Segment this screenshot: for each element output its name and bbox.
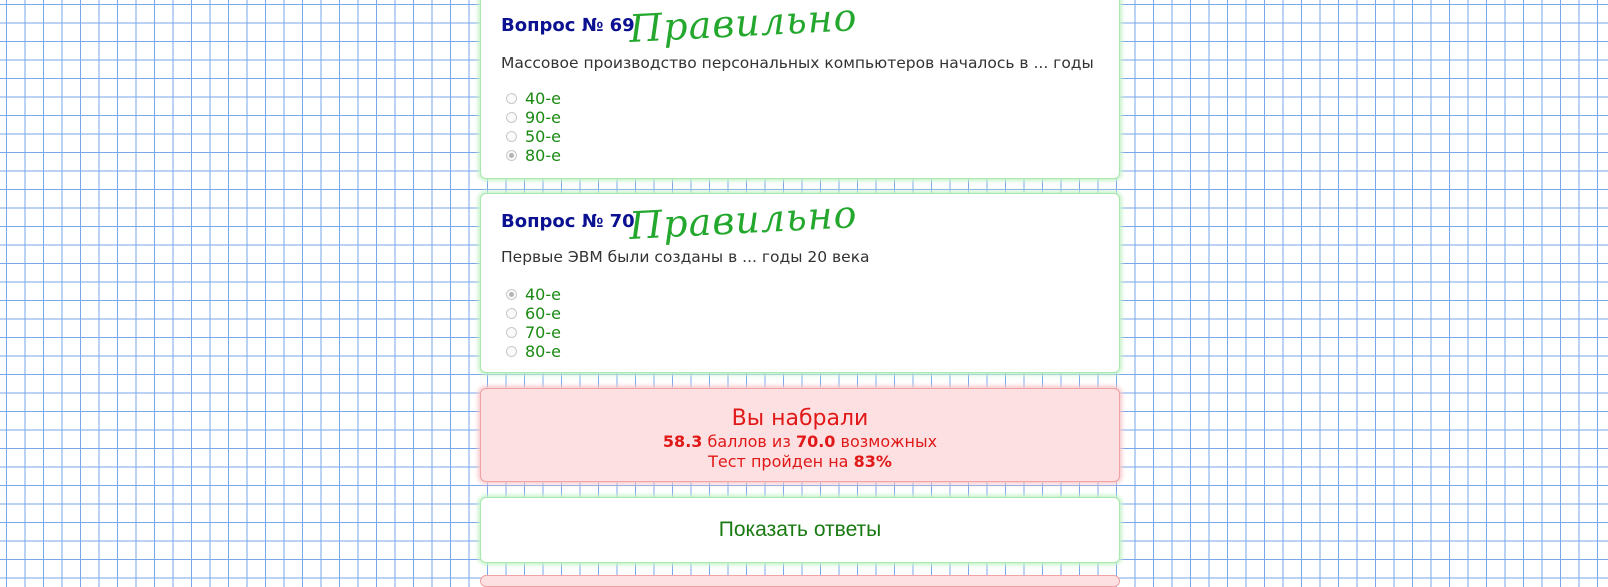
passed-text: Тест пройден на — [708, 452, 849, 471]
answer-option[interactable]: 80-е — [506, 146, 561, 165]
answer-option[interactable]: 40-е — [506, 89, 561, 108]
radio-button[interactable] — [506, 112, 517, 123]
question-title: Вопрос № 70 — [501, 211, 635, 232]
radio-button-selected[interactable] — [506, 150, 517, 161]
show-answers-button[interactable]: Показать ответы — [480, 497, 1120, 563]
answer-option[interactable]: 70-е — [506, 323, 561, 342]
answer-options: 40-е 90-е 50-е 80-е — [506, 89, 561, 165]
answer-label: 50-е — [525, 127, 561, 146]
max-score-text: возможных — [840, 432, 938, 451]
question-card-70: Вопрос № 70 Правильно Первые ЭВМ были со… — [480, 192, 1120, 373]
answer-label: 80-е — [525, 342, 561, 361]
question-text: Массовое производство персональных компь… — [501, 54, 1094, 72]
radio-button[interactable] — [506, 327, 517, 338]
answer-option[interactable]: 40-е — [506, 285, 561, 304]
correct-stamp: Правильно — [628, 192, 859, 248]
percent-line: Тест пройден на 83% — [481, 452, 1119, 472]
score-value: 58.3 — [662, 432, 703, 451]
score-text: баллов из — [707, 432, 791, 451]
answer-label: 90-е — [525, 108, 561, 127]
radio-button[interactable] — [506, 93, 517, 104]
result-title: Вы набрали — [731, 406, 869, 431]
answer-label: 70-е — [525, 323, 561, 342]
radio-button[interactable] — [506, 131, 517, 142]
answer-option[interactable]: 60-е — [506, 304, 561, 323]
answer-option[interactable]: 80-е — [506, 342, 561, 361]
radio-button-selected[interactable] — [506, 289, 517, 300]
question-text: Первые ЭВМ были созданы в ... годы 20 ве… — [501, 248, 870, 266]
next-panel-edge — [480, 575, 1120, 587]
question-title: Вопрос № 69 — [501, 15, 635, 36]
radio-button[interactable] — [506, 346, 517, 357]
radio-button[interactable] — [506, 308, 517, 319]
answer-options: 40-е 60-е 70-е 80-е — [506, 285, 561, 361]
answer-option[interactable]: 90-е — [506, 108, 561, 127]
answer-label: 80-е — [525, 146, 561, 165]
answer-option[interactable]: 50-е — [506, 127, 561, 146]
answer-label: 60-е — [525, 304, 561, 323]
percent-value: 83% — [853, 452, 892, 471]
correct-stamp: Правильно — [628, 0, 859, 51]
answer-label: 40-е — [525, 285, 561, 304]
question-card-69: Вопрос № 69 Правильно Массовое производс… — [480, 0, 1120, 179]
score-line: 58.3 баллов из 70.0 возможных — [481, 432, 1119, 452]
answer-label: 40-е — [525, 89, 561, 108]
result-panel: Вы набрали 58.3 баллов из 70.0 возможных… — [480, 388, 1120, 482]
max-score-value: 70.0 — [795, 432, 836, 451]
